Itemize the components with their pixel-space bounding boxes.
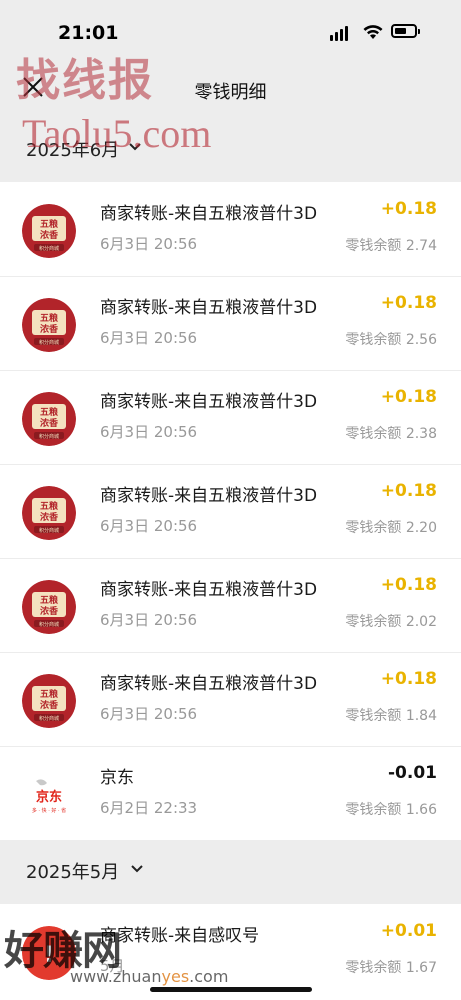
svg-text:多 · 快 · 好 · 省: 多 · 快 · 好 · 省 <box>32 807 66 814</box>
transaction-title: 商家转账-来自五粮液普什3D <box>100 486 318 506</box>
svg-text:浓香: 浓香 <box>40 323 59 335</box>
transaction-amount: +0.18 <box>380 481 437 501</box>
balance-text: 零钱余额 2.20 <box>345 520 437 536</box>
transaction-amount: -0.01 <box>388 763 437 783</box>
svg-text:积分商城: 积分商城 <box>39 339 59 346</box>
transaction-title: 商家转账-来自五粮液普什3D <box>100 580 318 600</box>
svg-text:浓香: 浓香 <box>40 511 59 523</box>
svg-text:五粮: 五粮 <box>40 594 58 606</box>
balance-text: 零钱余额 1.67 <box>345 960 437 976</box>
svg-text:积分商城: 积分商城 <box>39 527 59 534</box>
balance-text: 零钱余额 2.02 <box>345 614 437 630</box>
transaction-amount: +0.18 <box>380 669 437 689</box>
cellular-signal-icon <box>330 26 348 41</box>
month-filter-may[interactable]: 2025年5月 <box>0 840 461 902</box>
wuliangye-mall-logo: 五粮 浓香 积分商城 <box>22 486 76 540</box>
balance-text: 零钱余额 2.74 <box>345 238 437 254</box>
transaction-list-june: 五粮 浓香 积分商城 商家转账-来自五粮液普什3D 6月3日 20:56 +0.18… <box>0 182 461 840</box>
transaction-amount: +0.18 <box>380 293 437 313</box>
transaction-row[interactable]: 五粮 浓香积分商城 商家转账-来自五粮液普什3D 6月3日 20:56 +0.18… <box>0 276 461 370</box>
battery-icon <box>391 24 420 38</box>
svg-text:五粮: 五粮 <box>40 218 58 230</box>
balance-text: 零钱余额 2.38 <box>345 426 437 442</box>
transaction-row[interactable]: 五粮 浓香积分商城 商家转账-来自五粮液普什3D 6月3日 20:56 +0.18… <box>0 182 461 276</box>
watermark-zhuanyes-url: www.zhuanyes.com <box>70 967 229 986</box>
transaction-date: 6月3日 20:56 <box>100 329 198 347</box>
svg-text:积分商城: 积分商城 <box>39 245 59 252</box>
home-indicator[interactable] <box>150 987 312 992</box>
transaction-row[interactable]: 五粮 浓香积分商城 商家转账-来自五粮液普什3D 6月3日 20:56 +0.18… <box>0 464 461 558</box>
svg-text:浓香: 浓香 <box>40 699 59 711</box>
svg-text:积分商城: 积分商城 <box>39 433 59 440</box>
transaction-date: 6月3日 20:56 <box>100 517 198 535</box>
svg-text:京东: 京东 <box>36 789 62 805</box>
svg-text:五粮: 五粮 <box>40 312 58 324</box>
svg-text:浓香: 浓香 <box>40 229 59 241</box>
wuliangye-mall-logo: 五粮 浓香 积分商城 <box>22 392 76 446</box>
balance-text: 零钱余额 2.56 <box>345 332 437 348</box>
transaction-amount: +0.18 <box>380 387 437 407</box>
balance-text: 零钱余额 1.66 <box>345 802 437 818</box>
transaction-date: 6月2日 22:33 <box>100 799 198 817</box>
transaction-title: 商家转账-来自五粮液普什3D <box>100 298 318 318</box>
transaction-row[interactable]: 五粮 浓香积分商城 商家转账-来自五粮液普什3D 6月3日 20:56 +0.18… <box>0 558 461 652</box>
transaction-row[interactable]: 京东多 · 快 · 好 · 省 京东 6月2日 22:33 -0.01 零钱余额… <box>0 746 461 840</box>
jd-logo: 京东多 · 快 · 好 · 省 <box>22 768 76 822</box>
transaction-title: 商家转账-来自五粮液普什3D <box>100 674 318 694</box>
watermark-taolu5: Taolu5.com <box>22 111 212 156</box>
wuliangye-mall-logo: 五粮 浓香 积分商城 <box>22 580 76 634</box>
transaction-amount: +0.18 <box>380 199 437 219</box>
svg-text:浓香: 浓香 <box>40 605 59 617</box>
transaction-row[interactable]: 五粮 浓香积分商城 商家转账-来自五粮液普什3D 6月3日 20:56 +0.18… <box>0 652 461 746</box>
transaction-amount: +0.01 <box>380 921 437 941</box>
svg-text:五粮: 五粮 <box>40 406 58 418</box>
svg-text:积分商城: 积分商城 <box>39 715 59 722</box>
svg-text:浓香: 浓香 <box>40 417 59 429</box>
transaction-title: 商家转账-来自五粮液普什3D <box>100 392 318 412</box>
wuliangye-mall-logo: 五粮 浓香 积分商城 <box>22 674 76 728</box>
transaction-title: 商家转账-来自感叹号 <box>100 926 260 946</box>
transaction-title: 商家转账-来自五粮液普什3D <box>100 204 318 224</box>
transaction-date: 6月3日 20:56 <box>100 235 198 253</box>
transaction-amount: +0.18 <box>380 575 437 595</box>
balance-text: 零钱余额 1.84 <box>345 708 437 724</box>
status-time: 21:01 <box>58 22 119 44</box>
transaction-date: 6月3日 20:56 <box>100 423 198 441</box>
transaction-title: 京东 <box>100 768 134 788</box>
svg-text:积分商城: 积分商城 <box>39 621 59 628</box>
wuliangye-mall-logo: 五粮 浓香 积分商城 <box>22 204 76 258</box>
transaction-date: 6月3日 20:56 <box>100 611 198 629</box>
chevron-down-icon <box>131 865 143 873</box>
wuliangye-mall-logo: 五粮 浓香 积分商城 <box>22 298 76 352</box>
transaction-date: 6月3日 20:56 <box>100 705 198 723</box>
transaction-row[interactable]: 五粮 浓香积分商城 商家转账-来自五粮液普什3D 6月3日 20:56 +0.18… <box>0 370 461 464</box>
wifi-icon <box>363 25 383 39</box>
svg-text:五粮: 五粮 <box>40 500 58 512</box>
watermark-zhaoxianbao: 找线报 <box>16 55 154 106</box>
month-label: 2025年5月 <box>26 862 120 883</box>
svg-text:五粮: 五粮 <box>40 688 58 700</box>
